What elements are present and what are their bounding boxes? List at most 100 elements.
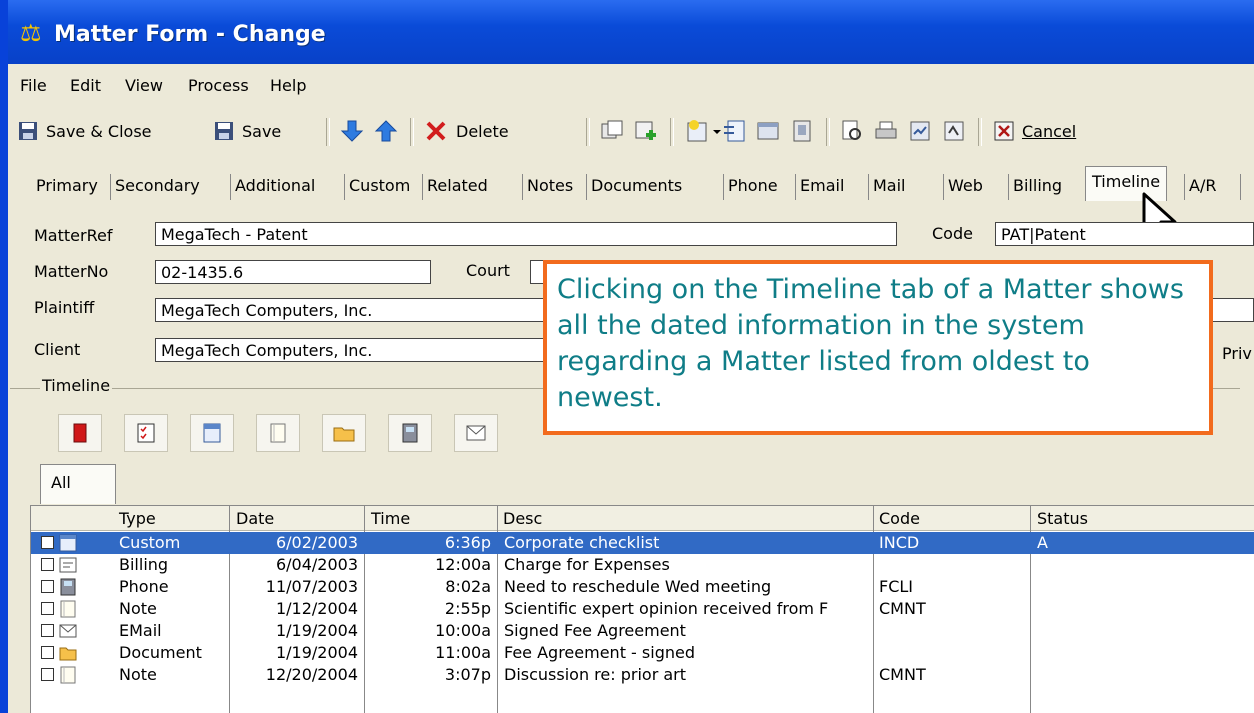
tab-secondary[interactable]: Secondary [110,174,200,200]
row-checkbox[interactable] [41,646,54,659]
column-divider[interactable] [497,506,498,530]
tab-phone[interactable]: Phone [723,174,778,200]
filter-book-button[interactable] [58,414,102,452]
tab-web[interactable]: Web [943,174,983,200]
copy-button[interactable] [600,114,624,148]
code-field[interactable]: PAT|Patent [995,222,1254,246]
column-header-desc[interactable]: Desc [503,509,542,528]
new-item-dropdown-button[interactable] [686,114,722,148]
plaintiff-extra-field[interactable] [1206,298,1254,322]
save-button[interactable]: Save [214,114,281,148]
matterno-field[interactable]: 02-1435.6 [155,260,431,284]
tab-email[interactable]: Email [795,174,844,200]
menu-process[interactable]: Process [188,76,249,95]
menu-file[interactable]: File [20,76,47,95]
tab-notes[interactable]: Notes [522,174,573,200]
menu-help[interactable]: Help [270,76,306,95]
row-checkbox[interactable] [41,536,54,549]
plaintiff-field[interactable]: MegaTech Computers, Inc. [155,298,575,322]
column-divider[interactable] [364,506,365,530]
menu-view[interactable]: View [125,76,163,95]
cancel-button[interactable]: Cancel [994,114,1076,148]
arrow-up-icon [374,120,398,142]
tab-custom[interactable]: Custom [344,174,410,200]
table-row[interactable]: Custom 6/02/2003 6:36p Corporate checklist I… [31,532,1254,554]
column-header-status[interactable]: Status [1037,509,1088,528]
column-header-type[interactable]: Type [119,509,156,528]
column-divider[interactable] [873,506,874,530]
note-icon [59,666,77,684]
toolbar-separator [586,118,590,146]
note-icon [59,600,77,618]
folder-icon [59,644,77,662]
calendar-button[interactable] [756,114,780,148]
delete-button[interactable]: Delete [424,114,509,148]
column-header-date[interactable]: Date [236,509,274,528]
cell-type: Custom [119,533,181,552]
row-checkbox[interactable] [41,668,54,681]
matter-form-window: ⚖ Matter Form - Change File Edit View Pr… [0,0,1254,713]
cell-type: Billing [119,555,169,574]
row-checkbox[interactable] [41,624,54,637]
row-checkbox[interactable] [41,602,54,615]
report-button[interactable] [908,114,932,148]
next-record-button[interactable] [340,114,364,148]
red-book-icon [73,423,87,443]
cancel-icon [994,121,1014,141]
table-row[interactable]: Billing 6/04/2003 12:00a Charge for Expense… [31,554,1254,576]
column-divider[interactable] [229,506,230,530]
cell-time: 10:00a [435,621,491,640]
table-row[interactable]: Note 1/12/2004 2:55p Scientific expert opin… [31,598,1254,620]
filter-email-button[interactable] [454,414,498,452]
printer-icon [875,121,897,139]
tab-ar[interactable]: A/R [1184,174,1216,200]
tab-additional[interactable]: Additional [230,174,315,200]
previous-record-button[interactable] [374,114,398,148]
row-checkbox[interactable] [41,558,54,571]
tab-divider [1240,174,1242,200]
filter-note-button[interactable] [256,414,300,452]
cell-time: 8:02a [445,577,491,596]
cell-date: 11/07/2003 [265,577,358,596]
table-row[interactable]: Note 12/20/2004 3:07p Discussion re: prior … [31,664,1254,686]
tab-billing[interactable]: Billing [1008,174,1062,200]
save-close-button[interactable]: Save & Close [18,114,152,148]
matterref-field[interactable]: MegaTech - Patent [155,222,897,246]
table-row[interactable]: EMail 1/19/2004 10:00a Signed Fee Agreement [31,620,1254,642]
subtab-all[interactable]: All [40,464,116,504]
table-row[interactable]: Phone 11/07/2003 8:02a Need to reschedule W… [31,576,1254,598]
column-header-code[interactable]: Code [879,509,920,528]
tab-primary[interactable]: Primary [32,174,98,200]
plaintiff-label: Plaintiff [34,298,95,317]
properties-button[interactable] [942,114,966,148]
new-record-button[interactable] [634,114,658,148]
custom-form-icon [59,534,77,552]
add-record-icon [635,121,656,140]
grid-header: Type Date Time Desc Code Status [31,506,1254,531]
list-button[interactable] [790,114,814,148]
attach-button[interactable] [722,114,746,148]
column-header-time[interactable]: Time [371,509,410,528]
cell-time: 12:00a [435,555,491,574]
properties-icon [944,121,964,141]
filter-phone-button[interactable] [388,414,432,452]
menu-edit[interactable]: Edit [70,76,101,95]
column-divider[interactable] [1030,506,1031,530]
filter-document-button[interactable] [322,414,366,452]
cell-type: Note [119,665,157,684]
folder-icon [333,427,355,442]
row-checkbox[interactable] [41,580,54,593]
filter-form-button[interactable] [190,414,234,452]
tab-related[interactable]: Related [422,174,488,200]
client-label: Client [34,340,81,359]
tab-documents[interactable]: Documents [586,174,682,200]
tab-mail[interactable]: Mail [868,174,906,200]
table-row[interactable]: Document 1/19/2004 11:00a Fee Agreement - s… [31,642,1254,664]
toolbar-separator [670,118,674,146]
billing-icon [59,556,77,574]
preview-button[interactable] [840,114,864,148]
filter-checklist-button[interactable] [124,414,168,452]
title-bar[interactable]: ⚖ Matter Form - Change [8,0,1254,64]
print-button[interactable] [874,114,898,148]
client-field[interactable]: MegaTech Computers, Inc. [155,338,575,362]
